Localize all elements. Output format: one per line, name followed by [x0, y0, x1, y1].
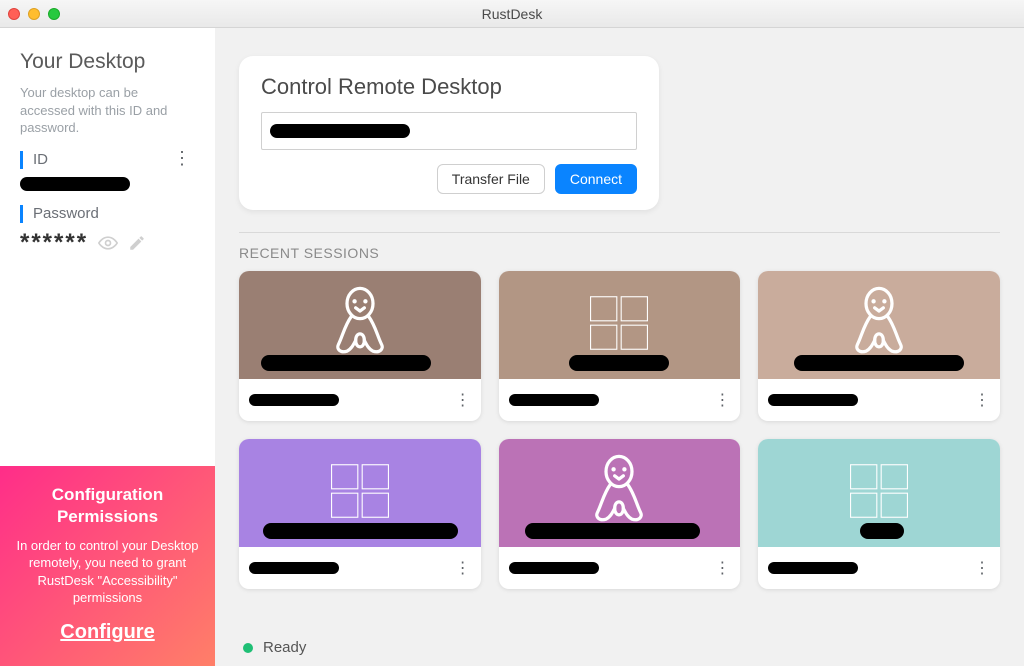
recent-sessions-label: RECENT SESSIONS [239, 245, 1000, 261]
session-menu-button[interactable]: ⋮ [455, 558, 471, 578]
password-section: Password [20, 205, 195, 223]
session-menu-button[interactable]: ⋮ [455, 390, 471, 410]
session-card-hero [239, 271, 481, 379]
session-card[interactable]: ⋮ [499, 439, 741, 589]
recent-sessions-grid: ⋮ ⋮ ⋮ ⋮ ⋮ ⋮ [239, 271, 1000, 589]
session-id-redacted [768, 562, 858, 574]
remote-id-value-redacted [270, 124, 410, 138]
session-name-redacted [525, 523, 700, 539]
fullscreen-window-button[interactable] [48, 8, 60, 20]
control-remote-title: Control Remote Desktop [261, 74, 637, 100]
id-section: ID ⋮ [20, 151, 195, 169]
main-area: Control Remote Desktop Transfer File Con… [215, 28, 1024, 666]
session-id-redacted [509, 394, 599, 406]
session-menu-button[interactable]: ⋮ [714, 390, 730, 410]
permissions-title: Configuration Permissions [16, 484, 199, 527]
session-id-redacted [509, 562, 599, 574]
session-card[interactable]: ⋮ [758, 271, 1000, 421]
session-card-footer: ⋮ [758, 547, 1000, 589]
session-card[interactable]: ⋮ [239, 439, 481, 589]
session-card[interactable]: ⋮ [239, 271, 481, 421]
session-name-redacted [569, 355, 669, 371]
id-value-redacted [20, 177, 130, 191]
id-menu-button[interactable]: ⋮ [173, 151, 191, 165]
status-indicator-icon [243, 643, 253, 653]
session-name-redacted [263, 523, 458, 539]
session-card-footer: ⋮ [758, 379, 1000, 421]
session-card-hero [758, 271, 1000, 379]
close-window-button[interactable] [8, 8, 20, 20]
session-card-hero [499, 271, 741, 379]
session-card-footer: ⋮ [239, 379, 481, 421]
session-id-redacted [249, 394, 339, 406]
connect-button[interactable]: Connect [555, 164, 637, 194]
remote-id-input[interactable] [261, 112, 637, 150]
permissions-card: Configuration Permissions In order to co… [0, 466, 215, 666]
session-name-redacted [261, 355, 431, 371]
your-desktop-heading: Your Desktop [20, 50, 195, 74]
titlebar: RustDesk [0, 0, 1024, 28]
session-card-hero [499, 439, 741, 547]
session-card-footer: ⋮ [239, 547, 481, 589]
status-bar: Ready [239, 629, 1000, 656]
session-menu-button[interactable]: ⋮ [974, 390, 990, 410]
session-card-footer: ⋮ [499, 547, 741, 589]
password-value-masked: ****** [20, 229, 88, 257]
status-text: Ready [263, 639, 306, 656]
session-menu-button[interactable]: ⋮ [714, 558, 730, 578]
session-card[interactable]: ⋮ [499, 271, 741, 421]
id-label: ID [33, 151, 48, 168]
divider [239, 232, 1000, 233]
session-card[interactable]: ⋮ [758, 439, 1000, 589]
session-card-hero [758, 439, 1000, 547]
your-desktop-description: Your desktop can be accessed with this I… [20, 84, 195, 137]
windows-icon [325, 456, 395, 531]
window-title: RustDesk [0, 6, 1024, 22]
session-name-redacted [794, 355, 964, 371]
session-id-redacted [249, 562, 339, 574]
edit-password-icon[interactable] [128, 234, 146, 252]
password-label: Password [33, 205, 99, 222]
windows-icon [844, 456, 914, 531]
session-id-redacted [768, 394, 858, 406]
windows-icon [584, 288, 654, 363]
session-name-redacted [860, 523, 904, 539]
control-remote-card: Control Remote Desktop Transfer File Con… [239, 56, 659, 210]
transfer-file-button[interactable]: Transfer File [437, 164, 545, 194]
sidebar: Your Desktop Your desktop can be accesse… [0, 28, 215, 666]
session-card-footer: ⋮ [499, 379, 741, 421]
show-password-icon[interactable] [98, 233, 118, 253]
session-card-hero [239, 439, 481, 547]
configure-link[interactable]: Configure [60, 621, 154, 643]
minimize-window-button[interactable] [28, 8, 40, 20]
window-controls [8, 8, 60, 20]
permissions-body: In order to control your Desktop remotel… [16, 537, 199, 607]
session-menu-button[interactable]: ⋮ [974, 558, 990, 578]
